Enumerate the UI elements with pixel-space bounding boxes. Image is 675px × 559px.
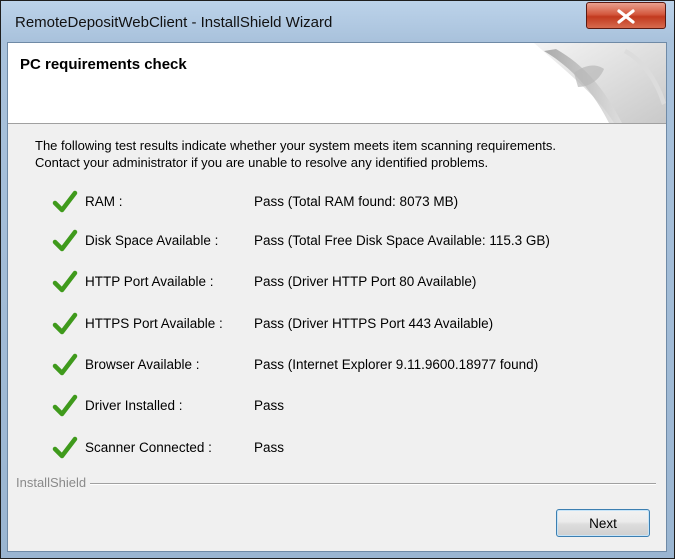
- check-label: Driver Installed :: [85, 398, 183, 413]
- checkmark-icon: [52, 353, 78, 376]
- check-row-browser: Browser Available : Pass (Internet Explo…: [8, 353, 666, 379]
- intro-line-2: Contact your administrator if you are un…: [35, 155, 489, 170]
- checkmark-icon: [52, 394, 78, 417]
- wizard-body: PC requirements check The following test…: [7, 42, 667, 552]
- intro-line-1: The following test results indicate whet…: [35, 138, 556, 153]
- check-label: HTTPS Port Available :: [85, 316, 223, 331]
- checkmark-icon: [52, 436, 78, 459]
- checkmark-icon: [52, 190, 78, 213]
- close-icon: [617, 9, 635, 24]
- check-result: Pass (Driver HTTP Port 80 Available): [254, 274, 477, 289]
- check-label: Browser Available :: [85, 357, 200, 372]
- check-result: Pass: [254, 440, 285, 455]
- close-button[interactable]: [586, 2, 666, 29]
- check-result: Pass (Driver HTTPS Port 443 Available): [254, 316, 494, 331]
- page-title: PC requirements check: [20, 56, 187, 73]
- check-result: Pass: [254, 398, 285, 413]
- check-result: Pass (Internet Explorer 9.11.9600.18977 …: [254, 357, 539, 372]
- checkmark-icon: [52, 229, 78, 252]
- checkmark-icon: [52, 312, 78, 335]
- footer-divider: [16, 483, 656, 485]
- header-panel: PC requirements check: [8, 43, 666, 124]
- check-row-disk-space: Disk Space Available : Pass (Total Free …: [8, 229, 666, 255]
- check-result: Pass (Total RAM found: 8073 MB): [254, 194, 459, 209]
- checkmark-icon: [52, 270, 78, 293]
- intro-text: The following test results indicate whet…: [35, 137, 655, 171]
- check-label: Scanner Connected :: [85, 440, 212, 455]
- check-row-http-port: HTTP Port Available : Pass (Driver HTTP …: [8, 270, 666, 296]
- check-row-https-port: HTTPS Port Available : Pass (Driver HTTP…: [8, 312, 666, 338]
- check-row-ram: RAM : Pass (Total RAM found: 8073 MB): [8, 190, 666, 216]
- check-result: Pass (Total Free Disk Space Available: 1…: [254, 233, 550, 248]
- check-label: RAM :: [85, 194, 123, 209]
- check-label: Disk Space Available :: [85, 233, 219, 248]
- installshield-brand: InstallShield: [16, 475, 91, 490]
- header-decoration-icon: [534, 43, 666, 123]
- check-label: HTTP Port Available :: [85, 274, 214, 289]
- check-row-scanner: Scanner Connected : Pass: [8, 436, 666, 462]
- next-button[interactable]: Next: [556, 509, 650, 537]
- check-row-driver: Driver Installed : Pass: [8, 394, 666, 420]
- window-title: RemoteDepositWebClient - InstallShield W…: [15, 14, 333, 31]
- installer-window: RemoteDepositWebClient - InstallShield W…: [0, 0, 675, 559]
- title-bar[interactable]: RemoteDepositWebClient - InstallShield W…: [1, 1, 674, 41]
